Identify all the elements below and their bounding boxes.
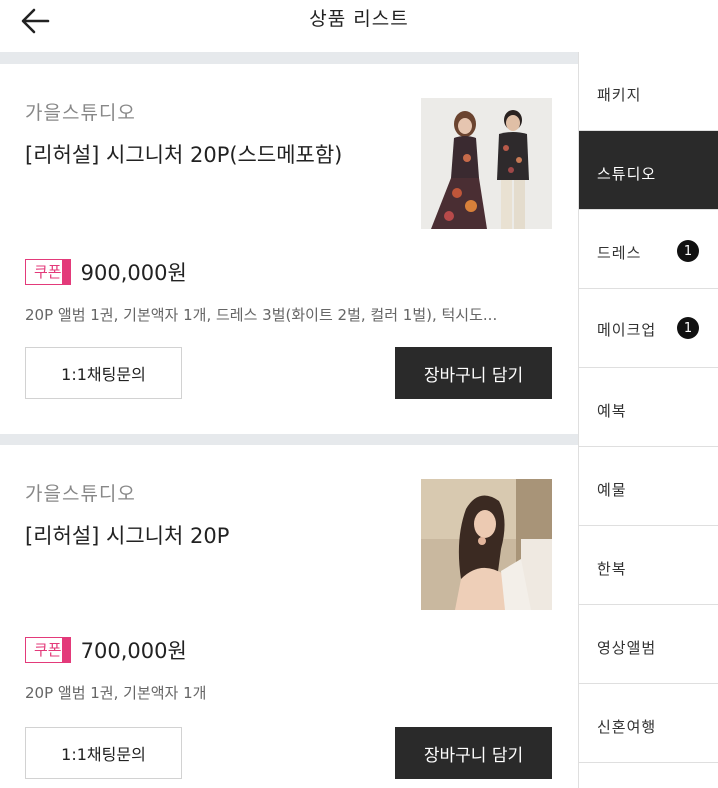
price: 700,000원 xyxy=(80,639,187,663)
product-title[interactable]: [리허설] 시그니처 20P(스드메포함) xyxy=(25,139,342,169)
category-sidebar: 패키지 스튜디오 드레스 1 메이크업 1 예복 예물 한복 영상앨범 신혼여행 xyxy=(578,52,718,788)
top-bar: 상품 리스트 xyxy=(0,0,718,52)
product-description: 20P 앨범 1권, 기본액자 1개, 드레스 3벌(화이트 2벌, 컬러 1벌… xyxy=(25,306,498,324)
chat-inquiry-button[interactable]: 1:1채팅문의 xyxy=(25,727,182,779)
price: 900,000원 xyxy=(80,261,187,285)
coupon-badge: 쿠폰 xyxy=(25,259,71,285)
divider xyxy=(0,52,578,64)
category-item-video-album[interactable]: 영상앨범 xyxy=(579,605,718,684)
page-title: 상품 리스트 xyxy=(309,8,409,30)
product-title[interactable]: [리허설] 시그니처 20P xyxy=(25,520,229,550)
notification-badge: 1 xyxy=(677,317,699,339)
product-card[interactable]: 가을스튜디오 [리허설] 시그니처 20P(스드메포함) 쿠폰 900,000원… xyxy=(0,64,578,434)
coupon-badge: 쿠폰 xyxy=(25,637,71,663)
divider xyxy=(0,434,578,445)
vendor-name: 가을스튜디오 xyxy=(25,102,136,124)
category-item-jewelry[interactable]: 예물 xyxy=(579,447,718,526)
category-label: 영상앨범 xyxy=(597,639,657,657)
chat-inquiry-button[interactable]: 1:1채팅문의 xyxy=(25,347,182,399)
category-label: 한복 xyxy=(597,560,627,578)
notification-badge: 1 xyxy=(677,240,699,262)
vendor-name: 가을스튜디오 xyxy=(25,483,136,505)
category-label: 패키지 xyxy=(597,86,642,104)
category-label: 스튜디오 xyxy=(597,165,657,183)
product-thumbnail[interactable] xyxy=(421,479,552,610)
product-list: 가을스튜디오 [리허설] 시그니처 20P(스드메포함) 쿠폰 900,000원… xyxy=(0,64,578,788)
category-label: 예복 xyxy=(597,402,627,420)
category-label: 드레스 xyxy=(597,244,642,262)
category-item-package[interactable]: 패키지 xyxy=(579,52,718,131)
price-row: 쿠폰 900,000원 xyxy=(25,257,187,287)
price-row: 쿠폰 700,000원 xyxy=(25,635,187,665)
category-item-formalwear[interactable]: 예복 xyxy=(579,368,718,447)
product-description: 20P 앨범 1권, 기본액자 1개 xyxy=(25,684,207,702)
add-to-cart-button[interactable]: 장바구니 담기 xyxy=(395,727,552,779)
product-thumbnail[interactable] xyxy=(421,98,552,229)
category-label: 예물 xyxy=(597,481,627,499)
category-item-makeup[interactable]: 메이크업 1 xyxy=(579,289,718,368)
category-item-hanbok[interactable]: 한복 xyxy=(579,526,718,605)
category-item-studio[interactable]: 스튜디오 xyxy=(579,131,718,210)
category-item-honeymoon[interactable]: 신혼여행 xyxy=(579,684,718,763)
category-item-dress[interactable]: 드레스 1 xyxy=(579,210,718,289)
category-label: 신혼여행 xyxy=(597,718,657,736)
category-label: 메이크업 xyxy=(597,321,657,339)
product-card[interactable]: 가을스튜디오 [리허설] 시그니처 20P 쿠폰 700,000원 20P 앨범… xyxy=(0,445,578,788)
add-to-cart-button[interactable]: 장바구니 담기 xyxy=(395,347,552,399)
